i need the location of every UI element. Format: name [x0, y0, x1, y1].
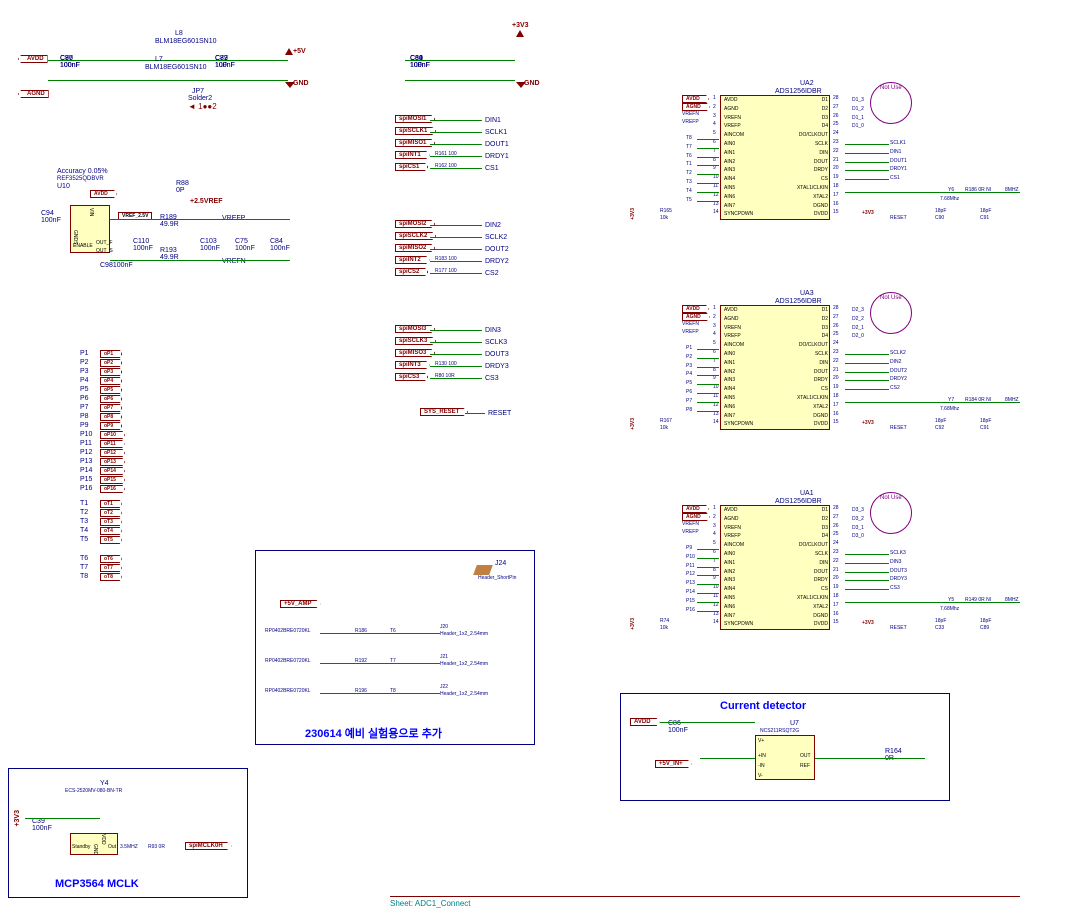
spi-net: spiINT1: [395, 151, 430, 159]
out-pin: Out: [108, 844, 116, 850]
u10-vin: VIN: [88, 208, 94, 216]
r189: R18949.9R: [160, 214, 179, 228]
p5v-arrow: [285, 48, 293, 55]
wire: [110, 260, 290, 261]
c75: C75100nF: [235, 238, 255, 252]
wire: [405, 80, 515, 81]
spi-net: spiMISO1: [395, 139, 435, 147]
jp7-val: Solder2: [188, 95, 212, 102]
standby: Standby: [72, 844, 90, 850]
spi-net: spiINT3: [395, 361, 430, 369]
jp7-ref: JP7: [192, 88, 204, 95]
agnd-label: AGND: [18, 90, 49, 98]
c85: C85100nF: [60, 55, 80, 69]
y4-ref: Y4: [100, 780, 109, 787]
c94: C94100nF: [41, 210, 61, 224]
u7-out: OUT: [800, 753, 811, 759]
u7-ref-pin: REF: [800, 763, 810, 769]
j24-ref: J24: [495, 560, 506, 567]
u7-vp: V+: [758, 738, 764, 744]
wire: [700, 758, 755, 759]
p3v3-arrow: [516, 30, 524, 37]
spi-net: spiMOSI2: [395, 220, 435, 228]
p5v-inp: +5V_IN+: [655, 760, 692, 768]
accuracy: Accuracy 0.05%: [57, 168, 108, 175]
curr-det-title: Current detector: [720, 700, 806, 712]
u10-ref: U10: [57, 183, 70, 190]
spi-net: spiCS3: [395, 373, 428, 381]
spi-net: spiSCLK3: [395, 337, 436, 345]
gnd-label: GND: [293, 80, 309, 87]
spi-net: spiMISO3: [395, 349, 435, 357]
spi-net: spiCS2: [395, 268, 428, 276]
wire: [815, 758, 925, 759]
u7-min: -IN: [758, 763, 765, 769]
avdd-net: AVDD: [90, 190, 117, 198]
wire: [25, 818, 100, 819]
l7-val: BLM18EG601SN10: [145, 64, 206, 71]
p3v3-mclk: +3V3: [14, 810, 21, 827]
spi-net: spiSCLK1: [395, 127, 436, 135]
u7-pin: +IN: [758, 753, 766, 759]
u7-vm: V-: [758, 773, 763, 779]
u10-outs: OUT_S: [96, 248, 113, 254]
u7-ref: U7: [790, 720, 799, 727]
c110: C110100nF: [133, 238, 153, 252]
r88: R880P: [176, 180, 189, 194]
mclk-title: MCP3564 MCLK: [55, 878, 139, 890]
spi-net: spiMOSI3: [395, 325, 435, 333]
wire: [110, 219, 290, 220]
spi-net: spiCS1: [395, 163, 428, 171]
r164: R1640R: [885, 748, 902, 762]
c61: C611uF: [410, 55, 423, 69]
p5v-label: +5V: [293, 48, 306, 55]
y4-part: ECS-2520MV-080-BN-TR: [65, 788, 122, 794]
c39: C39100nF: [32, 818, 52, 832]
vdd-pin: VDD: [100, 834, 106, 845]
l8-ref: L8: [175, 30, 183, 37]
r93: R93 0R: [148, 844, 165, 850]
wire: [48, 80, 288, 81]
c84: C84100nF: [270, 238, 290, 252]
spi-net: spiMOSI1: [395, 115, 435, 123]
mclk-freq: 3.5MHZ: [120, 844, 138, 850]
avdd-cd: AVDD: [630, 718, 660, 726]
gnd-label2: GND: [524, 80, 540, 87]
vref25: +2.5VREF: [190, 198, 223, 205]
spi-net: spiMISO2: [395, 244, 435, 252]
u10-outf: OUT_F: [96, 240, 112, 246]
sheet-title: Sheet: ADC1_Connect: [390, 896, 1020, 908]
sys-reset: SYS_RESET: [420, 408, 468, 416]
exp-note: 230614 예비 실험용으로 추가: [305, 725, 442, 741]
mclk-out: spiMCLK0H: [185, 842, 232, 850]
c103: C103100nF: [200, 238, 220, 252]
spi-net: spiSCLK2: [395, 232, 436, 240]
p3v3-label: +3V3: [512, 22, 529, 29]
c98: C98100nF: [100, 262, 133, 269]
j24-val: Header_ShortPin: [478, 575, 516, 581]
u10-enable: ENABLE: [73, 243, 93, 249]
l7-ref: L7: [155, 56, 163, 63]
wire: [48, 60, 288, 61]
l8-val: BLM18EG601SN10: [155, 38, 216, 45]
p5v-amp: +5V_AMP: [280, 600, 321, 608]
jp7-pins: ◄ 1●●2: [188, 102, 217, 111]
spi-net: spiINT2: [395, 256, 430, 264]
c87: C871uF: [215, 55, 228, 69]
u7-part: NCS211RSQT2G: [760, 728, 799, 734]
r193: R19349.9R: [160, 247, 179, 261]
gnd-pin: GND: [92, 844, 98, 855]
wire: [660, 722, 755, 723]
ref-part: REF3525QDBVR: [57, 176, 104, 182]
avdd-label: AVDD: [18, 55, 48, 63]
